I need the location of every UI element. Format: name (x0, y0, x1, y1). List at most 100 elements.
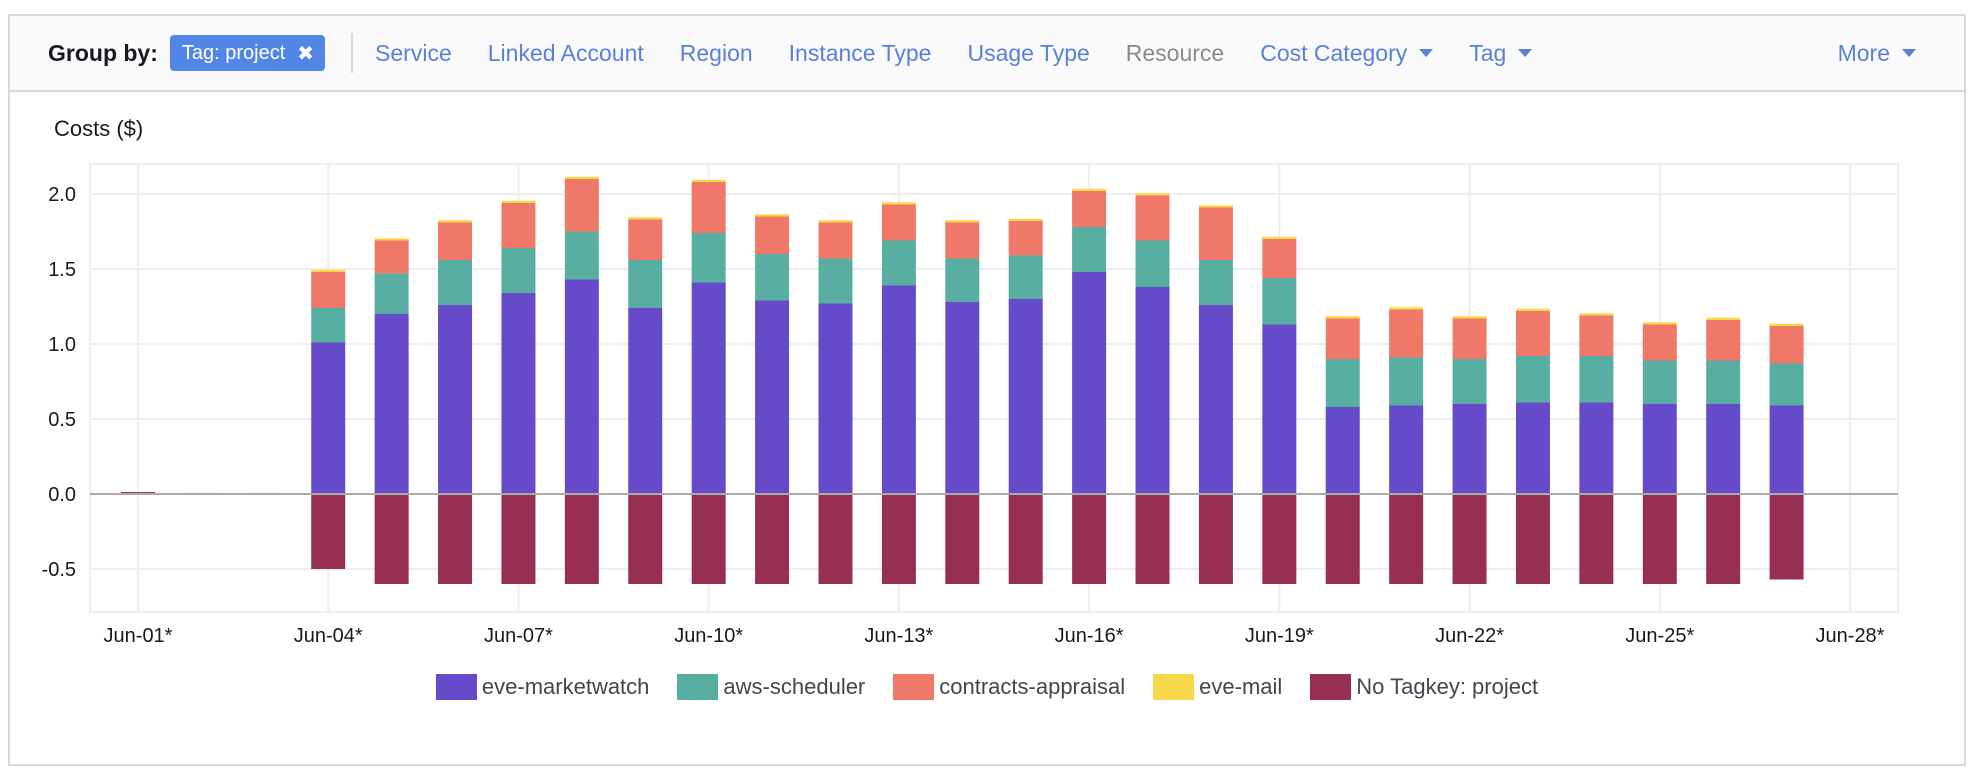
y-tick-label: 1.5 (48, 259, 76, 281)
bar-segment-eve-mail (1135, 193, 1170, 196)
bar-segment-eve-marketwatch (438, 305, 473, 494)
bar-segment-aws-scheduler (1262, 278, 1297, 325)
group-option-service[interactable]: Service (375, 40, 452, 67)
group-option-label: Linked Account (487, 39, 644, 66)
bar-segment-no-tagkey-project (1515, 494, 1550, 584)
bar-segment-no-tagkey-project (564, 494, 599, 584)
bar-segment-eve-marketwatch (1072, 272, 1107, 494)
bar-segment-aws-scheduler (628, 260, 663, 308)
bar-segment-eve-mail (1706, 317, 1741, 320)
bar-segment-no-tagkey-project (1769, 494, 1804, 580)
group-option-cost-category-dropdown[interactable]: Cost Category (1260, 39, 1434, 67)
legend-item[interactable]: aws-scheduler (677, 674, 865, 700)
active-group-chip-label: Tag: project (181, 41, 286, 64)
x-tick-label: Jun-07* (484, 625, 553, 647)
bar-segment-no-tagkey-project (311, 494, 346, 569)
y-tick-label: 1.0 (48, 334, 76, 356)
bar-segment-aws-scheduler (691, 233, 726, 283)
y-tick-label: 2.0 (48, 184, 76, 206)
bar-segment-contracts-appraisal (1135, 195, 1170, 241)
more-dropdown[interactable]: More (1838, 40, 1916, 67)
caret-down-icon (1518, 49, 1533, 57)
bar-segment-contracts-appraisal (374, 240, 409, 274)
bar-segment-contracts-appraisal (1579, 315, 1614, 356)
chart-panel: Costs ($) 2.0 1.5 1.0 0.5 0.0 -0.5 Jun-01* Jun-… (8, 92, 1966, 766)
group-option-label: Service (375, 39, 452, 66)
legend-label: contracts-appraisal (939, 674, 1126, 699)
bar-segment-eve-marketwatch (374, 314, 409, 494)
bar-segment-eve-marketwatch (1325, 407, 1360, 494)
bar-segment-contracts-appraisal (881, 204, 916, 241)
bar-segment-aws-scheduler (1452, 359, 1487, 404)
bar-segment-eve-mail (881, 202, 916, 205)
bar-segment-aws-scheduler (1008, 255, 1043, 299)
bar-segment-eve-mail (1389, 307, 1424, 310)
bar-segment-no-tagkey-project (755, 494, 790, 584)
bar-segment-aws-scheduler (1642, 360, 1677, 404)
group-option-region[interactable]: Region (680, 40, 753, 67)
bar-segment-contracts-appraisal (311, 272, 346, 308)
bar-segment-no-tagkey-project (1579, 494, 1614, 584)
bar-segment-contracts-appraisal (755, 216, 790, 254)
more-label: More (1837, 39, 1890, 66)
bar-segment-eve-mail (755, 214, 790, 217)
legend-item[interactable]: No Tagkey: project (1310, 674, 1538, 700)
group-option-tag-dropdown[interactable]: Tag (1469, 39, 1533, 67)
bar-segment-contracts-appraisal (1769, 326, 1804, 364)
bar-segment-aws-scheduler (755, 254, 790, 301)
bar-segment-eve-mail (1072, 188, 1107, 191)
group-option-label: Usage Type (967, 39, 1090, 66)
bar-segment-contracts-appraisal (1008, 221, 1043, 256)
bar-segment-no-tagkey-project (628, 494, 663, 584)
bar-segment-eve-marketwatch (564, 279, 599, 494)
bar-segment-eve-marketwatch (755, 300, 790, 494)
bar-segment-no-tagkey-project (1008, 494, 1043, 584)
bar-segment-aws-scheduler (1515, 356, 1550, 403)
bar-segment-eve-mail (1325, 316, 1360, 319)
bar-segment-contracts-appraisal (1452, 318, 1487, 359)
bar-segment-eve-marketwatch (311, 342, 346, 494)
bar-segment-aws-scheduler (1325, 359, 1360, 407)
group-option-linked-account[interactable]: Linked Account (488, 40, 644, 67)
group-by-toolbar: Group by: Tag: project ✖ Service Linked … (8, 14, 1966, 92)
group-option-label: Cost Category (1260, 39, 1408, 66)
bar-segment-aws-scheduler (1706, 360, 1741, 404)
bar-segment-aws-scheduler (1072, 227, 1107, 272)
bar-segment-eve-mail (311, 269, 346, 272)
bar-segment-aws-scheduler (1198, 260, 1233, 305)
bar-segment-contracts-appraisal (628, 219, 663, 260)
legend-item[interactable]: eve-marketwatch (435, 674, 649, 700)
bar-segment-eve-marketwatch (818, 303, 853, 494)
close-icon[interactable]: ✖ (297, 41, 314, 66)
bar-segment-no-tagkey-project (945, 494, 980, 584)
bar-segment-no-tagkey-project (1262, 494, 1297, 584)
bar-segment-eve-marketwatch (881, 285, 916, 494)
legend-item[interactable]: contracts-appraisal (893, 674, 1125, 700)
bar-segment-eve-marketwatch (1706, 404, 1741, 494)
bar-segment-contracts-appraisal (501, 203, 536, 248)
x-tick-label: Jun-25* (1625, 625, 1694, 647)
bar-segment-eve-mail (818, 220, 853, 223)
bar-segment-eve-marketwatch (1769, 405, 1804, 494)
legend-swatch (1310, 674, 1352, 700)
bar-segment-eve-marketwatch (1262, 324, 1297, 494)
bar-segment-no-tagkey-project (1325, 494, 1360, 584)
active-group-chip[interactable]: Tag: project ✖ (169, 35, 326, 71)
group-option-usage-type[interactable]: Usage Type (967, 40, 1089, 67)
legend-item[interactable]: eve-mail (1153, 674, 1282, 700)
bar-segment-eve-mail (1642, 322, 1677, 325)
x-tick-label: Jun-04* (294, 625, 363, 647)
bar-segment-no-tagkey-project (1072, 494, 1107, 584)
group-option-instance-type[interactable]: Instance Type (789, 40, 932, 67)
bar-segment-no-tagkey-project (1198, 494, 1233, 584)
bar-segment-contracts-appraisal (438, 222, 473, 260)
bar-segment-contracts-appraisal (818, 222, 853, 259)
group-option-label: Tag (1469, 39, 1507, 66)
bar-segment-eve-marketwatch (1642, 404, 1677, 494)
x-tick-label: Jun-16* (1055, 625, 1124, 647)
bar-segment-contracts-appraisal (691, 182, 726, 233)
bar-segment-eve-mail (945, 220, 980, 223)
legend-label: aws-scheduler (723, 674, 866, 699)
x-tick-label: Jun-10* (674, 625, 743, 647)
bar-segment-eve-mail (1452, 316, 1487, 319)
